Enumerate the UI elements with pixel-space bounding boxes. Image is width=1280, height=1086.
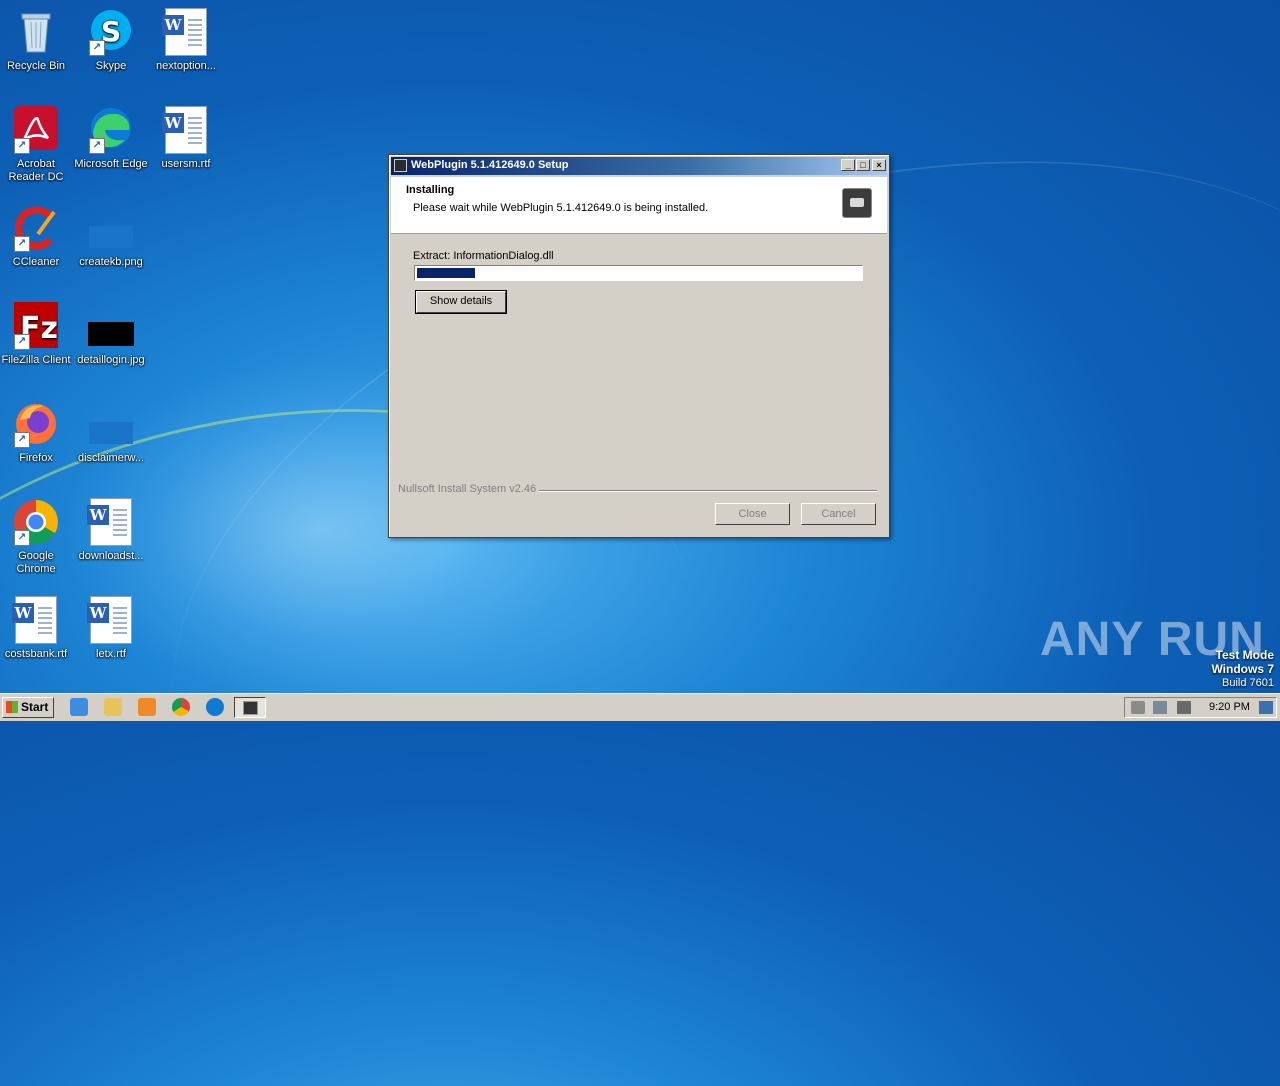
desktop-icon-chrome[interactable]: ↗ Google Chrome: [0, 498, 74, 576]
desktop-icon-edge[interactable]: ↗ Microsoft Edge: [73, 106, 149, 171]
desktop-icon-label: Skype: [95, 60, 127, 72]
file-explorer-icon[interactable]: [104, 698, 122, 716]
desktop-icon-label: Google Chrome: [16, 550, 56, 575]
edge-icon: ↗: [87, 106, 135, 154]
desktop-icon-label: nextoption...: [156, 60, 216, 72]
desktop-icon-label: Recycle Bin: [6, 60, 66, 72]
image-file-icon: [87, 302, 135, 350]
acrobat-icon: ↗: [12, 106, 60, 154]
webplugin-camera-icon: [842, 188, 872, 218]
desktop-icon-label: downloadst...: [78, 550, 144, 562]
dialog-title: WebPlugin 5.1.412649.0 Setup: [411, 159, 569, 171]
desktop-icon-costsbank[interactable]: W costsbank.rtf: [0, 596, 74, 661]
taskbar-clock[interactable]: 9:20 PM: [1209, 701, 1250, 713]
desktop-icon-label: usersm.rtf: [161, 158, 211, 170]
desktop-icon-label: costsbank.rtf: [4, 648, 68, 660]
desktop-icon-label: createkb.png: [79, 256, 143, 268]
skype-icon: S ↗: [87, 8, 135, 56]
shortcut-arrow-icon: ↗: [14, 334, 30, 350]
start-button[interactable]: Start: [2, 697, 54, 718]
close-button[interactable]: Close: [715, 503, 790, 525]
desktop-icon-label: Firefox: [19, 452, 53, 464]
desktop-icon-letx[interactable]: W letx.rtf: [73, 596, 149, 661]
desktop-icon-createkb[interactable]: createkb.png: [73, 204, 149, 269]
system-tray: 9:20 PM: [1124, 697, 1277, 718]
cancel-button[interactable]: Cancel: [801, 503, 876, 525]
nsis-branding: Nullsoft Install System v2.46: [398, 483, 537, 495]
shortcut-arrow-icon: ↗: [14, 530, 30, 546]
extract-status: Extract: InformationDialog.dll: [413, 250, 554, 262]
progress-fill: [417, 268, 476, 278]
media-player-icon[interactable]: [138, 698, 156, 716]
desktop-icon-nextoption[interactable]: W nextoption...: [148, 8, 224, 73]
desktop-icon-label: letx.rtf: [96, 648, 126, 660]
header-subtitle: Please wait while WebPlugin 5.1.412649.0…: [413, 202, 709, 214]
taskbar: Start 9:20 PM: [0, 693, 1280, 721]
desktop-icon-firefox[interactable]: ↗ Firefox: [0, 400, 74, 465]
word-document-icon: W: [162, 8, 210, 56]
header-title: Installing: [406, 184, 455, 196]
word-document-icon: W: [87, 498, 135, 546]
volume-icon[interactable]: [1131, 701, 1145, 714]
desktop-icon-recycle-bin[interactable]: Recycle Bin: [0, 8, 74, 73]
desktop-icon-label: CCleaner: [12, 256, 60, 268]
test-mode-label: Test Mode: [1215, 648, 1274, 662]
shortcut-arrow-icon: ↗: [14, 432, 30, 448]
edge-icon[interactable]: [206, 698, 224, 716]
installer-app-icon: [394, 159, 407, 172]
minimize-button[interactable]: _: [841, 159, 855, 171]
desktop-icon-downloadst[interactable]: W downloadst...: [73, 498, 149, 563]
desktop-icon-detaillogin[interactable]: detaillogin.jpg: [73, 302, 149, 367]
shortcut-arrow-icon: ↗: [89, 138, 105, 154]
show-desktop-icon[interactable]: [1259, 701, 1273, 714]
taskbar-setup-window[interactable]: [234, 697, 266, 718]
word-document-icon: W: [162, 106, 210, 154]
build-label: Build 7601: [1222, 677, 1274, 689]
desktop-icon-label: detaillogin.jpg: [77, 354, 145, 366]
shortcut-arrow-icon: ↗: [89, 40, 105, 56]
title-close-button[interactable]: ×: [872, 159, 886, 171]
show-details-button[interactable]: Show details: [415, 290, 507, 314]
desktop-icon-label: Microsoft Edge: [74, 158, 148, 170]
shortcut-arrow-icon: ↗: [14, 236, 30, 252]
ccleaner-icon: ↗: [12, 204, 60, 252]
chrome-icon: ↗: [12, 498, 60, 546]
desktop-icon-label: disclaimerw...: [77, 452, 145, 464]
install-progress-bar: [414, 265, 863, 281]
recycle-bin-icon: [12, 8, 60, 56]
test-mode-watermark: Test Mode Windows 7 Build 7601: [1211, 648, 1274, 690]
word-document-icon: W: [87, 596, 135, 644]
os-name-label: Windows 7: [1211, 662, 1274, 676]
word-document-icon: W: [12, 596, 60, 644]
image-file-icon: [87, 204, 135, 252]
desktop-icon-label: Acrobat Reader DC: [8, 158, 64, 183]
network-icon[interactable]: [1153, 701, 1167, 714]
desktop-icon-label: FileZilla Client: [1, 354, 71, 366]
desktop-icon-usersm[interactable]: W usersm.rtf: [148, 106, 224, 171]
internet-explorer-icon[interactable]: [70, 698, 88, 716]
dialog-titlebar[interactable]: WebPlugin 5.1.412649.0 Setup _ □ ×: [391, 157, 887, 175]
shortcut-arrow-icon: ↗: [14, 138, 30, 154]
firefox-icon: ↗: [12, 400, 60, 448]
maximize-button[interactable]: □: [856, 159, 870, 171]
action-center-flag-icon[interactable]: [1177, 701, 1191, 714]
desktop-icon-acrobat[interactable]: ↗ Acrobat Reader DC: [0, 106, 74, 184]
desktop-icon-filezilla[interactable]: Fz ↗ FileZilla Client: [0, 302, 74, 367]
dialog-header: Installing Please wait while WebPlugin 5…: [391, 177, 887, 234]
setup-dialog: WebPlugin 5.1.412649.0 Setup _ □ × Insta…: [388, 154, 890, 538]
chrome-icon[interactable]: [172, 698, 190, 716]
image-file-icon: [87, 400, 135, 448]
filezilla-icon: Fz ↗: [12, 302, 60, 350]
branding-divider: [539, 490, 877, 492]
desktop-icon-skype[interactable]: S ↗ Skype: [73, 8, 149, 73]
desktop-icon-disclaimerw[interactable]: disclaimerw...: [73, 400, 149, 465]
desktop-icon-ccleaner[interactable]: ↗ CCleaner: [0, 204, 74, 269]
